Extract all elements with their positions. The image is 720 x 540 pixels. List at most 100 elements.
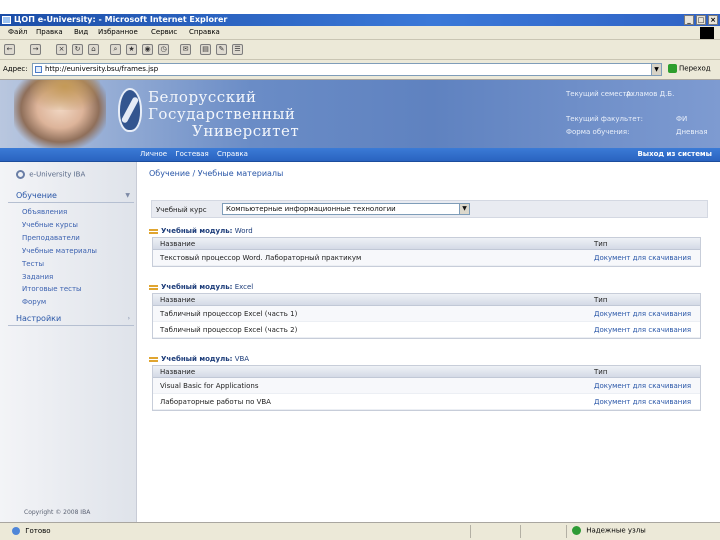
home-icon[interactable]: ⌂ [88, 44, 99, 55]
material-name: Visual Basic for Applications [160, 382, 259, 390]
mail-icon[interactable]: ✉ [180, 44, 191, 55]
breadcrumb: Обучение / Учебные материалы [149, 169, 284, 178]
address-bar: Адрес: http://euniversity.bsu/frames.jsp… [0, 60, 720, 80]
material-name: Табличный процессор Excel (часть 2) [160, 326, 298, 334]
menu-file[interactable]: Файл [8, 28, 27, 36]
media-icon[interactable]: ◉ [142, 44, 153, 55]
sidebar-item-announcements[interactable]: Объявления [22, 208, 67, 216]
banner-info-label-1: Текущий семестр: [566, 90, 634, 98]
download-link[interactable]: Документ для скачивания [594, 254, 691, 262]
security-zone[interactable]: Надежные узлы [572, 526, 646, 535]
table-row: Табличный процессор Excel (часть 1) Доку… [153, 306, 700, 322]
address-input[interactable]: http://euniversity.bsu/frames.jsp [32, 63, 662, 76]
module-bullet-icon [149, 229, 158, 234]
page-icon [35, 66, 42, 73]
module-title-label: Учебный модуль: [161, 227, 233, 235]
menu-tools[interactable]: Сервис [151, 28, 177, 36]
column-header-name: Название [160, 240, 196, 248]
expand-arrow-icon[interactable]: › [128, 315, 130, 322]
course-label: Учебный курс [156, 206, 207, 214]
sidebar-section-learning[interactable]: Обучение ▼ [8, 191, 134, 203]
sidebar-item-materials[interactable]: Учебные материалы [22, 247, 97, 255]
top-nav-bar: Личное Гостевая Справка Выход из системы [0, 148, 720, 162]
download-link[interactable]: Документ для скачивания [594, 310, 691, 318]
sidebar-section-settings-label: Настройки [16, 314, 62, 323]
forward-icon[interactable]: → [30, 44, 41, 55]
module-title: Учебный модуль: Excel [149, 283, 253, 291]
sidebar-item-teachers[interactable]: Преподаватели [22, 234, 80, 242]
edit-icon[interactable]: ✎ [216, 44, 227, 55]
trusted-zone-icon [572, 526, 581, 535]
material-name: Табличный процессор Excel (часть 1) [160, 310, 298, 318]
stop-icon[interactable]: × [56, 44, 67, 55]
toolbar: ← → × ↻ ⌂ ⌕ ★ ◉ ◷ ✉ ▤ ✎ ☰ [0, 40, 720, 60]
chevron-down-icon[interactable]: ▼ [459, 204, 469, 214]
course-select[interactable]: Компьютерные информационные технологии ▼ [222, 203, 470, 215]
collapse-arrow-icon[interactable]: ▼ [125, 192, 130, 199]
search-icon[interactable]: ⌕ [110, 44, 121, 55]
banner-info-value-2: ФИ [676, 115, 688, 123]
menu-favorites[interactable]: Избранное [98, 28, 138, 36]
logout-link[interactable]: Выход из системы [637, 150, 712, 158]
status-text: Готово [12, 527, 51, 535]
university-name-line-2: Государственный [148, 105, 296, 123]
sidebar-item-final-tests[interactable]: Итоговые тесты [22, 285, 82, 293]
module-title-label: Учебный модуль: [161, 283, 233, 291]
menu-view[interactable]: Вид [74, 28, 88, 36]
go-label: Переход [679, 64, 711, 73]
status-text-label: Готово [25, 527, 51, 535]
module-title-label: Учебный модуль: [161, 355, 233, 363]
back-icon[interactable]: ← [4, 44, 15, 55]
university-name-line-1: Белорусский [148, 88, 257, 106]
university-crest-icon [118, 88, 142, 132]
menu-bar: Файл Правка Вид Избранное Сервис Справка [0, 26, 720, 40]
ie-page-icon [12, 527, 20, 535]
status-bar: Готово Надежные узлы [0, 522, 720, 540]
download-link[interactable]: Документ для скачивания [594, 382, 691, 390]
column-header-type: Тип [594, 296, 608, 304]
address-label: Адрес: [3, 65, 28, 73]
menu-edit[interactable]: Правка [36, 28, 63, 36]
e-university-logo-icon [16, 170, 25, 179]
nav-link-help[interactable]: Справка [217, 150, 248, 158]
print-icon[interactable]: ▤ [200, 44, 211, 55]
table-header: Название Тип [153, 366, 700, 378]
nav-link-personal[interactable]: Личное [140, 150, 167, 158]
nav-link-guestbook[interactable]: Гостевая [175, 150, 208, 158]
discuss-icon[interactable]: ☰ [232, 44, 243, 55]
minimize-button[interactable]: _ [684, 15, 694, 25]
table-row: Visual Basic for Applications Документ д… [153, 378, 700, 394]
history-icon[interactable]: ◷ [158, 44, 169, 55]
address-dropdown-icon[interactable]: ▼ [651, 63, 662, 76]
material-name: Текстовый процессор Word. Лабораторный п… [160, 254, 362, 262]
material-name: Лабораторные работы по VBA [160, 398, 271, 406]
main-content: Обучение / Учебные материалы Учебный кур… [138, 162, 720, 522]
menu-help[interactable]: Справка [189, 28, 220, 36]
course-select-value: Компьютерные информационные технологии [226, 205, 396, 213]
refresh-icon[interactable]: ↻ [72, 44, 83, 55]
favorites-icon[interactable]: ★ [126, 44, 137, 55]
table-row: Табличный процессор Excel (часть 2) Доку… [153, 322, 700, 338]
module-table: Название Тип Табличный процессор Excel (… [152, 293, 701, 339]
go-button[interactable]: Переход [668, 64, 711, 73]
sidebar-item-forum[interactable]: Форум [22, 298, 46, 306]
close-button[interactable]: × [708, 15, 718, 25]
table-row: Лабораторные работы по VBA Документ для … [153, 394, 700, 410]
module-title-name: Excel [234, 283, 254, 291]
sidebar-section-settings[interactable]: Настройки › [8, 314, 134, 326]
maximize-button[interactable]: □ [696, 15, 706, 25]
windows-logo-icon [700, 27, 714, 39]
sidebar-item-tests[interactable]: Тесты [22, 260, 44, 268]
download-link[interactable]: Документ для скачивания [594, 398, 691, 406]
security-zone-label: Надежные узлы [586, 526, 646, 535]
go-arrow-icon [668, 64, 677, 73]
download-link[interactable]: Документ для скачивания [594, 326, 691, 334]
sidebar-item-assignments[interactable]: Задания [22, 273, 53, 281]
window-titlebar[interactable]: ЦОП e-University: - Microsoft Internet E… [0, 14, 720, 26]
column-header-type: Тип [594, 240, 608, 248]
sidebar-item-courses[interactable]: Учебные курсы [22, 221, 78, 229]
university-name-line-3: Университет [192, 122, 300, 140]
table-header: Название Тип [153, 294, 700, 306]
module-title-name: Word [234, 227, 253, 235]
status-divider [520, 525, 521, 538]
